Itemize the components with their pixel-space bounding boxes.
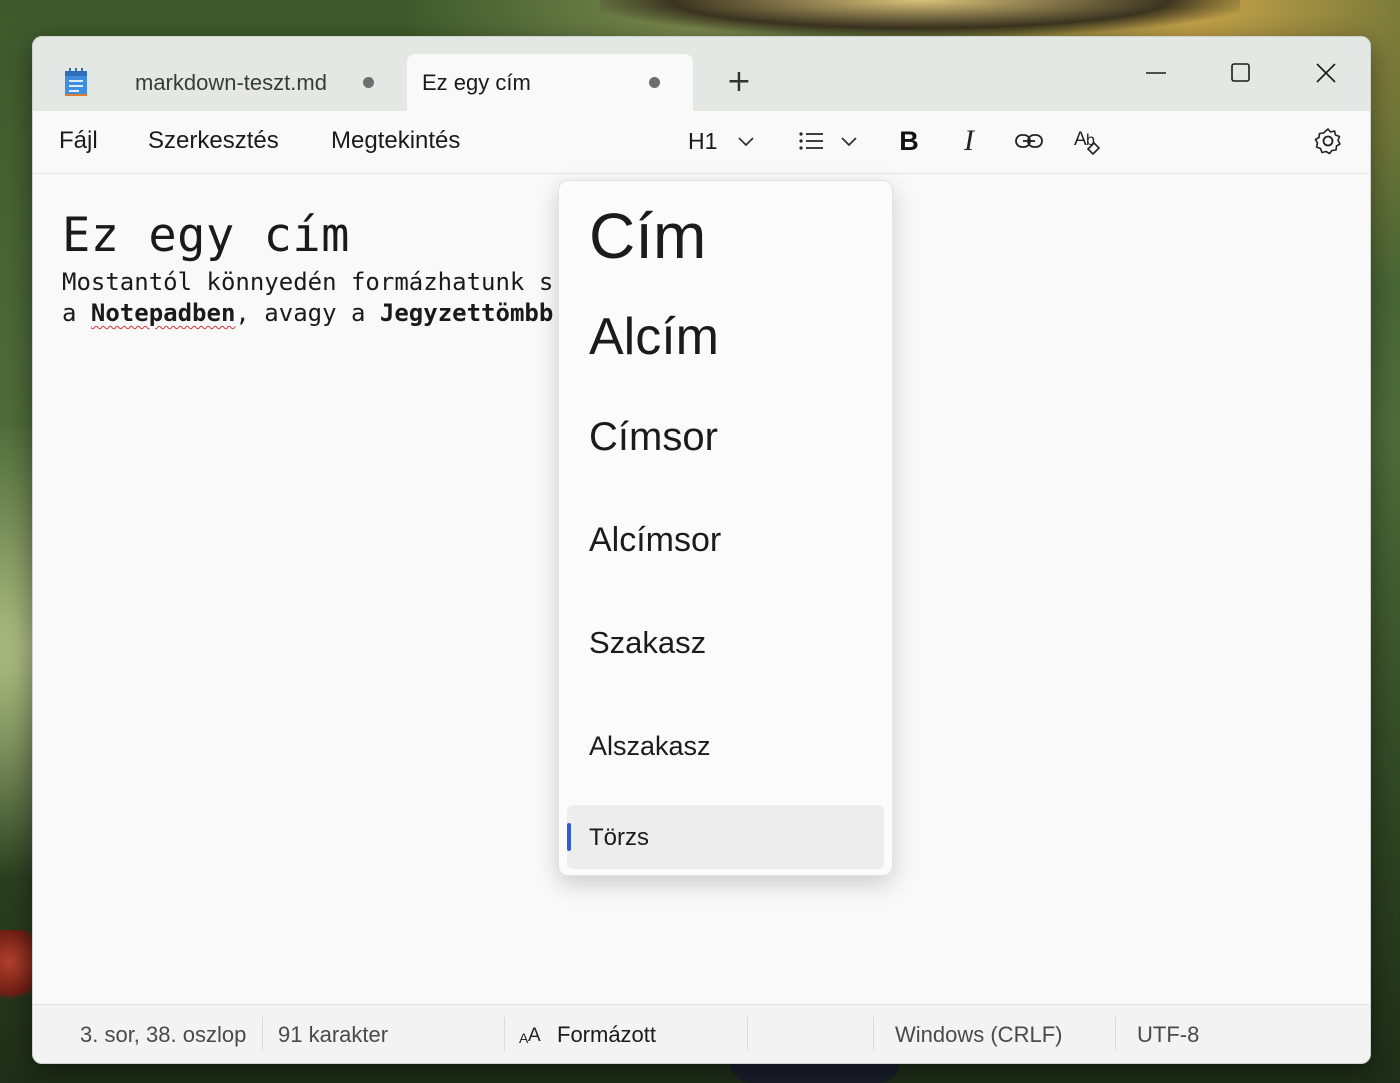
menu-item-title[interactable]: Cím <box>559 199 892 279</box>
status-divider <box>262 1017 263 1051</box>
bullet-list-icon[interactable] <box>793 123 829 159</box>
title-bar: markdown-teszt.md Ez egy cím + <box>33 37 1370 111</box>
notepad-window: markdown-teszt.md Ez egy cím + Fájl Szer… <box>32 36 1371 1064</box>
text-format-icon: A A <box>519 1025 541 1046</box>
menu-item-heading[interactable]: Címsor <box>559 415 892 465</box>
misspelled-bold-word[interactable]: Notepadben <box>91 299 236 327</box>
line-ending[interactable]: Windows (CRLF) <box>895 1022 1062 1048</box>
unsaved-dot-icon <box>363 77 374 88</box>
status-divider <box>1115 1017 1116 1051</box>
menu-file[interactable]: Fájl <box>59 127 98 155</box>
encoding[interactable]: UTF-8 <box>1137 1022 1199 1048</box>
menu-item-subtitle[interactable]: Alcím <box>559 307 892 371</box>
bold-icon: B <box>899 125 919 156</box>
menu-item-label: Alszakasz <box>589 731 711 761</box>
minimize-icon[interactable] <box>1131 47 1181 97</box>
tab-label: Ez egy cím <box>422 69 531 95</box>
formatting-toggle[interactable]: A A Formázott <box>519 1022 656 1048</box>
svg-text:A: A <box>528 1025 541 1046</box>
menu-item-label: Címsor <box>589 415 718 459</box>
menu-view[interactable]: Megtekintés <box>331 127 460 155</box>
menu-item-label: Törzs <box>589 824 649 851</box>
settings-gear-icon[interactable] <box>1310 123 1346 159</box>
document-line-2: a Notepadben, avagy a Jegyzettömbb <box>62 299 553 327</box>
wallpaper-detail-bottom <box>730 1062 900 1083</box>
tab-markdown-teszt[interactable]: markdown-teszt.md <box>113 54 405 111</box>
unsaved-dot-icon <box>649 77 660 88</box>
text-run: , avagy a <box>235 299 380 327</box>
italic-button[interactable]: I <box>951 123 987 159</box>
menu-item-label: Cím <box>589 200 707 272</box>
menu-item-subsection[interactable]: Alszakasz <box>559 731 892 767</box>
document-heading: Ez egy cím <box>62 208 350 263</box>
cursor-position: 3. sor, 38. oszlop <box>80 1022 247 1047</box>
menu-item-body-selected[interactable]: Törzs <box>567 805 884 869</box>
chevron-down-icon[interactable] <box>733 123 759 159</box>
link-icon[interactable] <box>1011 123 1047 159</box>
menu-item-label: Alcím <box>589 308 719 366</box>
tab-label: markdown-teszt.md <box>135 69 327 95</box>
menu-item-section[interactable]: Szakasz <box>559 625 892 665</box>
wallpaper-detail-top <box>600 0 1240 36</box>
status-bar: 3. sor, 38. oszlop 91 karakter A A Formá… <box>33 1004 1370 1063</box>
bold-word: Jegyzettömbb <box>379 299 554 327</box>
tab-ez-egy-cim[interactable]: Ez egy cím <box>407 54 693 111</box>
menu-edit[interactable]: Szerkesztés <box>148 127 279 155</box>
menu-item-label: Szakasz <box>589 625 707 660</box>
status-divider <box>873 1017 874 1051</box>
chevron-down-icon[interactable] <box>836 123 862 159</box>
clear-formatting-icon[interactable]: A b <box>1070 123 1106 159</box>
formatting-label: Formázott <box>557 1022 657 1047</box>
character-count: 91 karakter <box>278 1022 389 1047</box>
bold-button[interactable]: B <box>891 123 927 159</box>
notepad-app-icon <box>65 68 87 96</box>
status-divider <box>747 1017 748 1051</box>
new-tab-plus-icon[interactable]: + <box>723 67 755 99</box>
document-line-1: Mostantól könnyedén formázhatunk s <box>62 268 554 296</box>
menu-item-subheading[interactable]: Alcímsor <box>559 521 892 565</box>
heading-value: H1 <box>688 127 718 154</box>
text-run: a <box>62 299 91 327</box>
status-divider <box>504 1017 505 1051</box>
selection-indicator <box>567 823 571 851</box>
maximize-icon[interactable] <box>1216 47 1266 97</box>
menu-item-label: Alcímsor <box>589 521 722 559</box>
close-icon[interactable] <box>1301 47 1351 97</box>
heading-style-menu: Cím Alcím Címsor Alcímsor Szakasz Alszak… <box>558 180 893 876</box>
menu-toolbar: Fájl Szerkesztés Megtekintés H1 B I A b <box>33 111 1370 174</box>
wallpaper-flower <box>0 930 34 1010</box>
italic-icon: I <box>964 124 974 157</box>
